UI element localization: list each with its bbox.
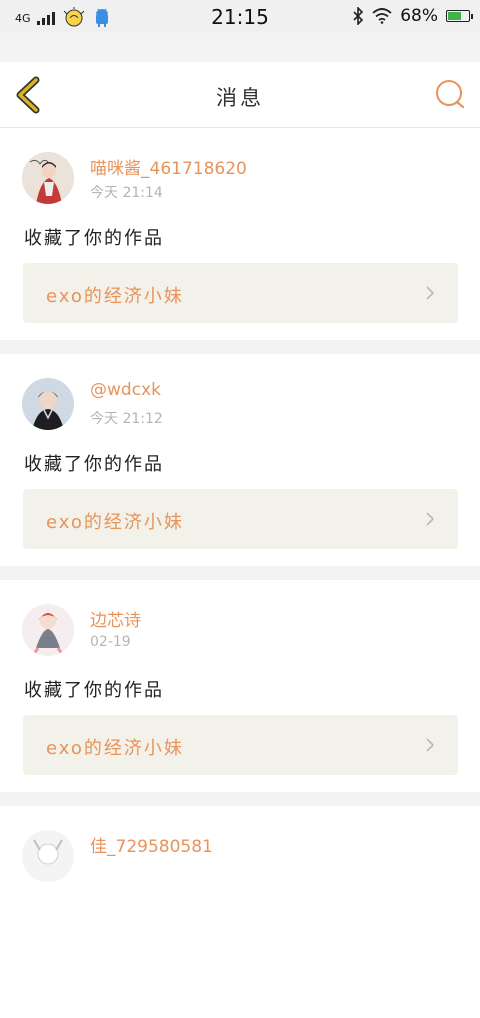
top-spacer [0,33,480,62]
action-text: 收藏了你的作品 [24,228,164,249]
battery-icon [446,10,473,22]
work-link[interactable]: exo的经济小妹 [23,489,458,549]
chevron-right-icon [426,286,435,300]
wifi-icon [372,8,392,24]
avatar[interactable] [22,830,74,882]
username[interactable]: @wdcxk [90,380,161,400]
chevron-right-icon [426,738,435,752]
work-title: exo的经济小妹 [46,286,184,307]
timestamp: 02-19 [90,634,131,650]
action-text: 收藏了你的作品 [24,680,164,701]
notification-card: 边芯诗 02-19 收藏了你的作品 exo的经济小妹 [0,580,480,792]
header-bar: 消息 [0,62,480,128]
notification-card: 佳_729580581 [0,806,480,1018]
status-bar: 4G 21:15 68% [0,0,480,33]
battery-percent: 68% [400,6,438,26]
action-text: 收藏了你的作品 [24,454,164,475]
status-right: 68% [352,6,473,26]
work-title: exo的经济小妹 [46,512,184,533]
work-link[interactable]: exo的经济小妹 [23,715,458,775]
timestamp: 今天 21:12 [90,411,163,427]
bluetooth-icon [353,7,364,25]
page-title: 消息 [216,86,264,110]
search-icon[interactable] [434,78,466,110]
notification-card: 喵咪酱_461718620 今天 21:14 收藏了你的作品 exo的经济小妹 [0,128,480,340]
work-link[interactable]: exo的经济小妹 [23,263,458,323]
avatar[interactable] [22,378,74,430]
username[interactable]: 喵咪酱_461718620 [90,154,247,179]
work-title: exo的经济小妹 [46,738,184,759]
chevron-right-icon [426,512,435,526]
username[interactable]: 边芯诗 [90,606,141,631]
notification-card: @wdcxk 今天 21:12 收藏了你的作品 exo的经济小妹 [0,354,480,566]
username[interactable]: 佳_729580581 [90,832,213,857]
avatar[interactable] [22,604,74,656]
timestamp: 今天 21:14 [90,185,163,201]
avatar[interactable] [22,152,74,204]
